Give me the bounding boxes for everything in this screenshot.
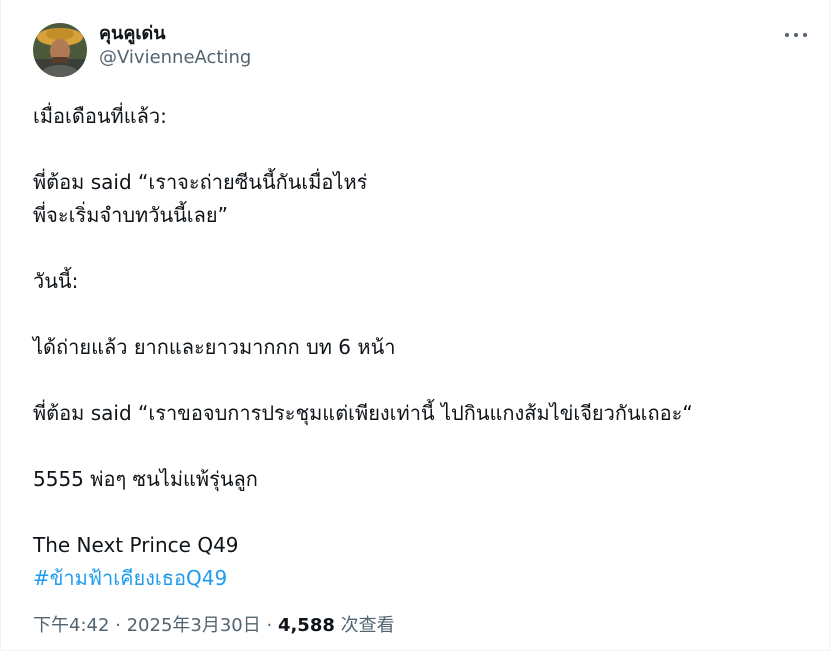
- tweet-text: เมื่อเดือนที่แล้ว: พี่ต้อม said “เราจะถ่…: [33, 100, 803, 595]
- tweet-meta: 下午4:42 · 2025年3月30日 · 4,588 次查看: [33, 614, 395, 638]
- hashtag-link[interactable]: #ข้ามฟ้าเคียงเธอQ49: [33, 562, 803, 595]
- more-horizontal-icon: [785, 33, 789, 37]
- tweet-line: พี่ต้อม said “เราจะถ่ายซีนนี้กันเมื่อไหร…: [33, 170, 368, 194]
- tweet-date[interactable]: 2025年3月30日: [127, 615, 261, 636]
- tweet-line: พี่จะเริ่มจำบทวันนี้เลย”: [33, 203, 228, 227]
- tweet-line: 5555 พ่อๆ ซนไม่แพ้รุ่นลูก: [33, 467, 258, 491]
- tweet-line: The Next Prince Q49: [33, 533, 239, 557]
- tweet-line: วันนี้:: [33, 269, 79, 293]
- author-names: คุนคูเด่น @VivienneActing: [99, 22, 251, 70]
- tweet-line: พี่ต้อม said “เราขอจบการประชุมแต่เพียงเท…: [33, 401, 693, 425]
- avatar[interactable]: [33, 23, 87, 77]
- tweet-line: เมื่อเดือนที่แล้ว:: [33, 104, 167, 128]
- meta-separator: ·: [109, 615, 127, 636]
- views-count: 4,588: [277, 615, 335, 636]
- tweet-line: ได้ถ่ายแล้ว ยากและยาวมากกก บท 6 หน้า: [33, 335, 396, 359]
- tweet-card: คุนคูเด่น @VivienneActing เมื่อเดือนที่แ…: [0, 0, 830, 651]
- tweet-header: คุนคูเด่น @VivienneActing: [33, 22, 251, 78]
- user-handle[interactable]: @VivienneActing: [99, 46, 251, 70]
- display-name[interactable]: คุนคูเด่น: [99, 22, 251, 46]
- more-horizontal-icon-dot: [794, 33, 798, 37]
- tweet-time[interactable]: 下午4:42: [33, 615, 109, 636]
- more-options-button[interactable]: [785, 24, 807, 46]
- avatar-image: [33, 23, 87, 77]
- meta-separator: ·: [260, 615, 278, 636]
- views-label: 次查看: [334, 615, 395, 636]
- more-horizontal-icon-dot: [803, 33, 807, 37]
